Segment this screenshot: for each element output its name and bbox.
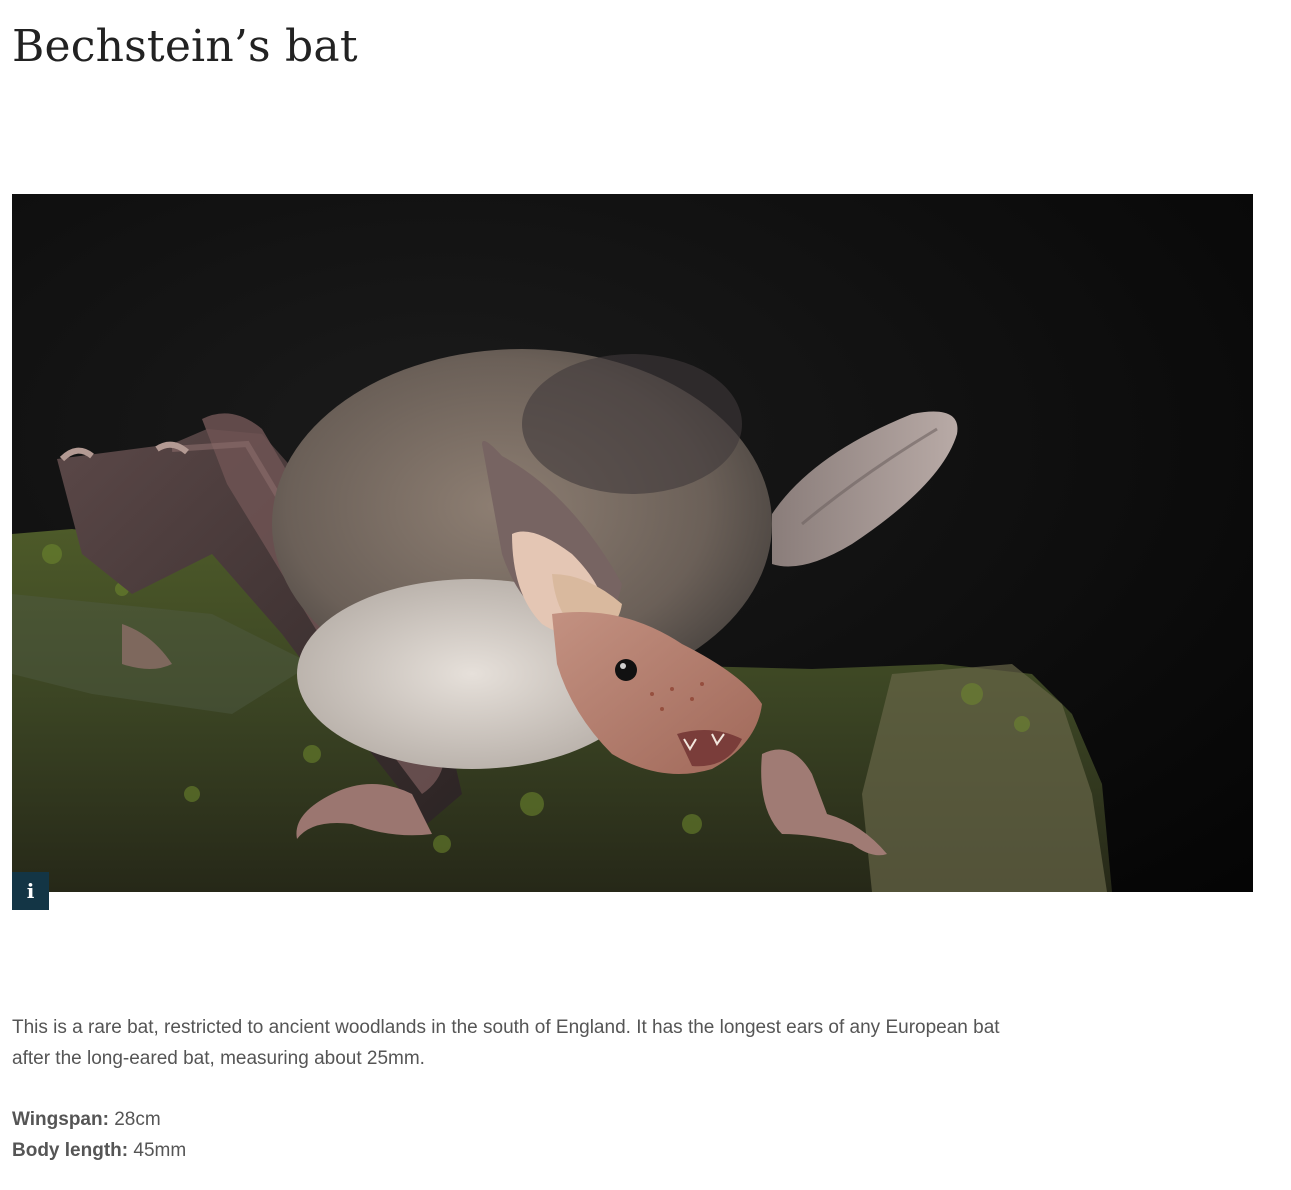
info-icon[interactable]: i (12, 872, 49, 910)
species-description: This is a rare bat, restricted to ancien… (12, 1017, 1000, 1069)
bat-photo (12, 194, 1253, 892)
fact-wingspan: Wingspan: 28cm (12, 1104, 186, 1135)
fact-body-length: Body length: 45mm (12, 1135, 186, 1166)
fact-value: 28cm (114, 1109, 161, 1130)
fact-label: Body length: (12, 1140, 129, 1161)
page-title: Bechstein’s bat (12, 21, 358, 72)
fact-value: 45mm (133, 1140, 187, 1161)
fact-label: Wingspan: (12, 1109, 109, 1130)
facts-list: Wingspan: 28cm Body length: 45mm (12, 1104, 186, 1166)
